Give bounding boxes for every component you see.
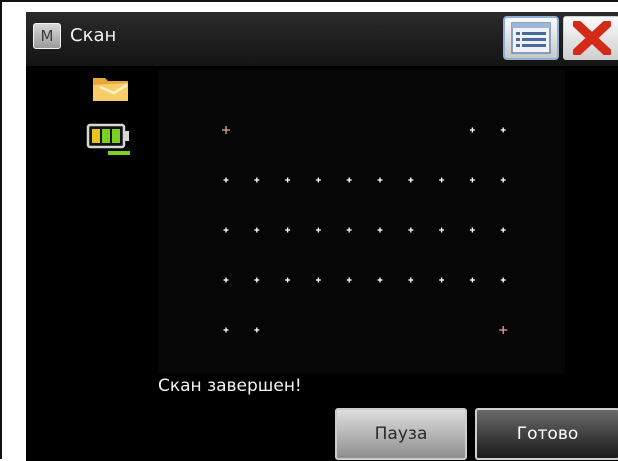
scan-point: [254, 177, 260, 183]
scan-point: [222, 126, 230, 134]
done-button[interactable]: Готово: [475, 408, 618, 460]
scan-point: [285, 227, 291, 233]
scan-point: [223, 327, 229, 333]
scan-point: [254, 227, 260, 233]
battery-icon: [86, 123, 130, 155]
scan-point: [285, 177, 291, 183]
scan-point: [500, 177, 506, 183]
menu-button[interactable]: M: [33, 23, 61, 49]
close-button[interactable]: [563, 16, 618, 60]
folder-icon: [93, 78, 128, 101]
scan-point: [469, 177, 475, 183]
scan-point: [499, 326, 508, 334]
scan-point: [500, 127, 506, 133]
scan-view: [158, 70, 565, 374]
scan-point: [377, 177, 383, 183]
list-view-button[interactable]: [503, 16, 559, 60]
close-icon: [573, 21, 611, 55]
scan-point: [223, 277, 229, 283]
scan-point: [408, 227, 414, 233]
app-screen: M Скан Скан завершен! Пауза Готово: [26, 12, 618, 461]
scan-point: [315, 177, 321, 183]
scan-point: [223, 177, 229, 183]
scan-point: [254, 327, 260, 333]
scan-point: [439, 277, 445, 283]
scan-point: [469, 227, 475, 233]
scan-point: [469, 277, 475, 283]
scan-point: [346, 277, 352, 283]
scan-point: [223, 227, 229, 233]
pause-button[interactable]: Пауза: [335, 408, 467, 460]
scan-point: [346, 227, 352, 233]
scan-grid: [222, 126, 508, 334]
scan-point: [377, 277, 383, 283]
title-bar: M Скан: [26, 12, 618, 66]
list-icon: [511, 22, 551, 54]
scan-point: [285, 277, 291, 283]
scan-status-text: Скан завершен!: [158, 376, 302, 396]
window-title: Скан: [70, 25, 117, 46]
scan-point: [254, 277, 260, 283]
scan-point: [500, 277, 506, 283]
scan-point: [315, 277, 321, 283]
device-frame: M Скан Скан завершен! Пауза Готово: [0, 0, 618, 461]
scan-point: [346, 177, 352, 183]
scan-point: [439, 227, 445, 233]
scan-point: [315, 227, 321, 233]
scan-point: [377, 227, 383, 233]
scan-point: [408, 177, 414, 183]
scan-point: [469, 127, 475, 133]
scan-point: [408, 277, 414, 283]
scan-point: [500, 227, 506, 233]
scan-point: [439, 177, 445, 183]
